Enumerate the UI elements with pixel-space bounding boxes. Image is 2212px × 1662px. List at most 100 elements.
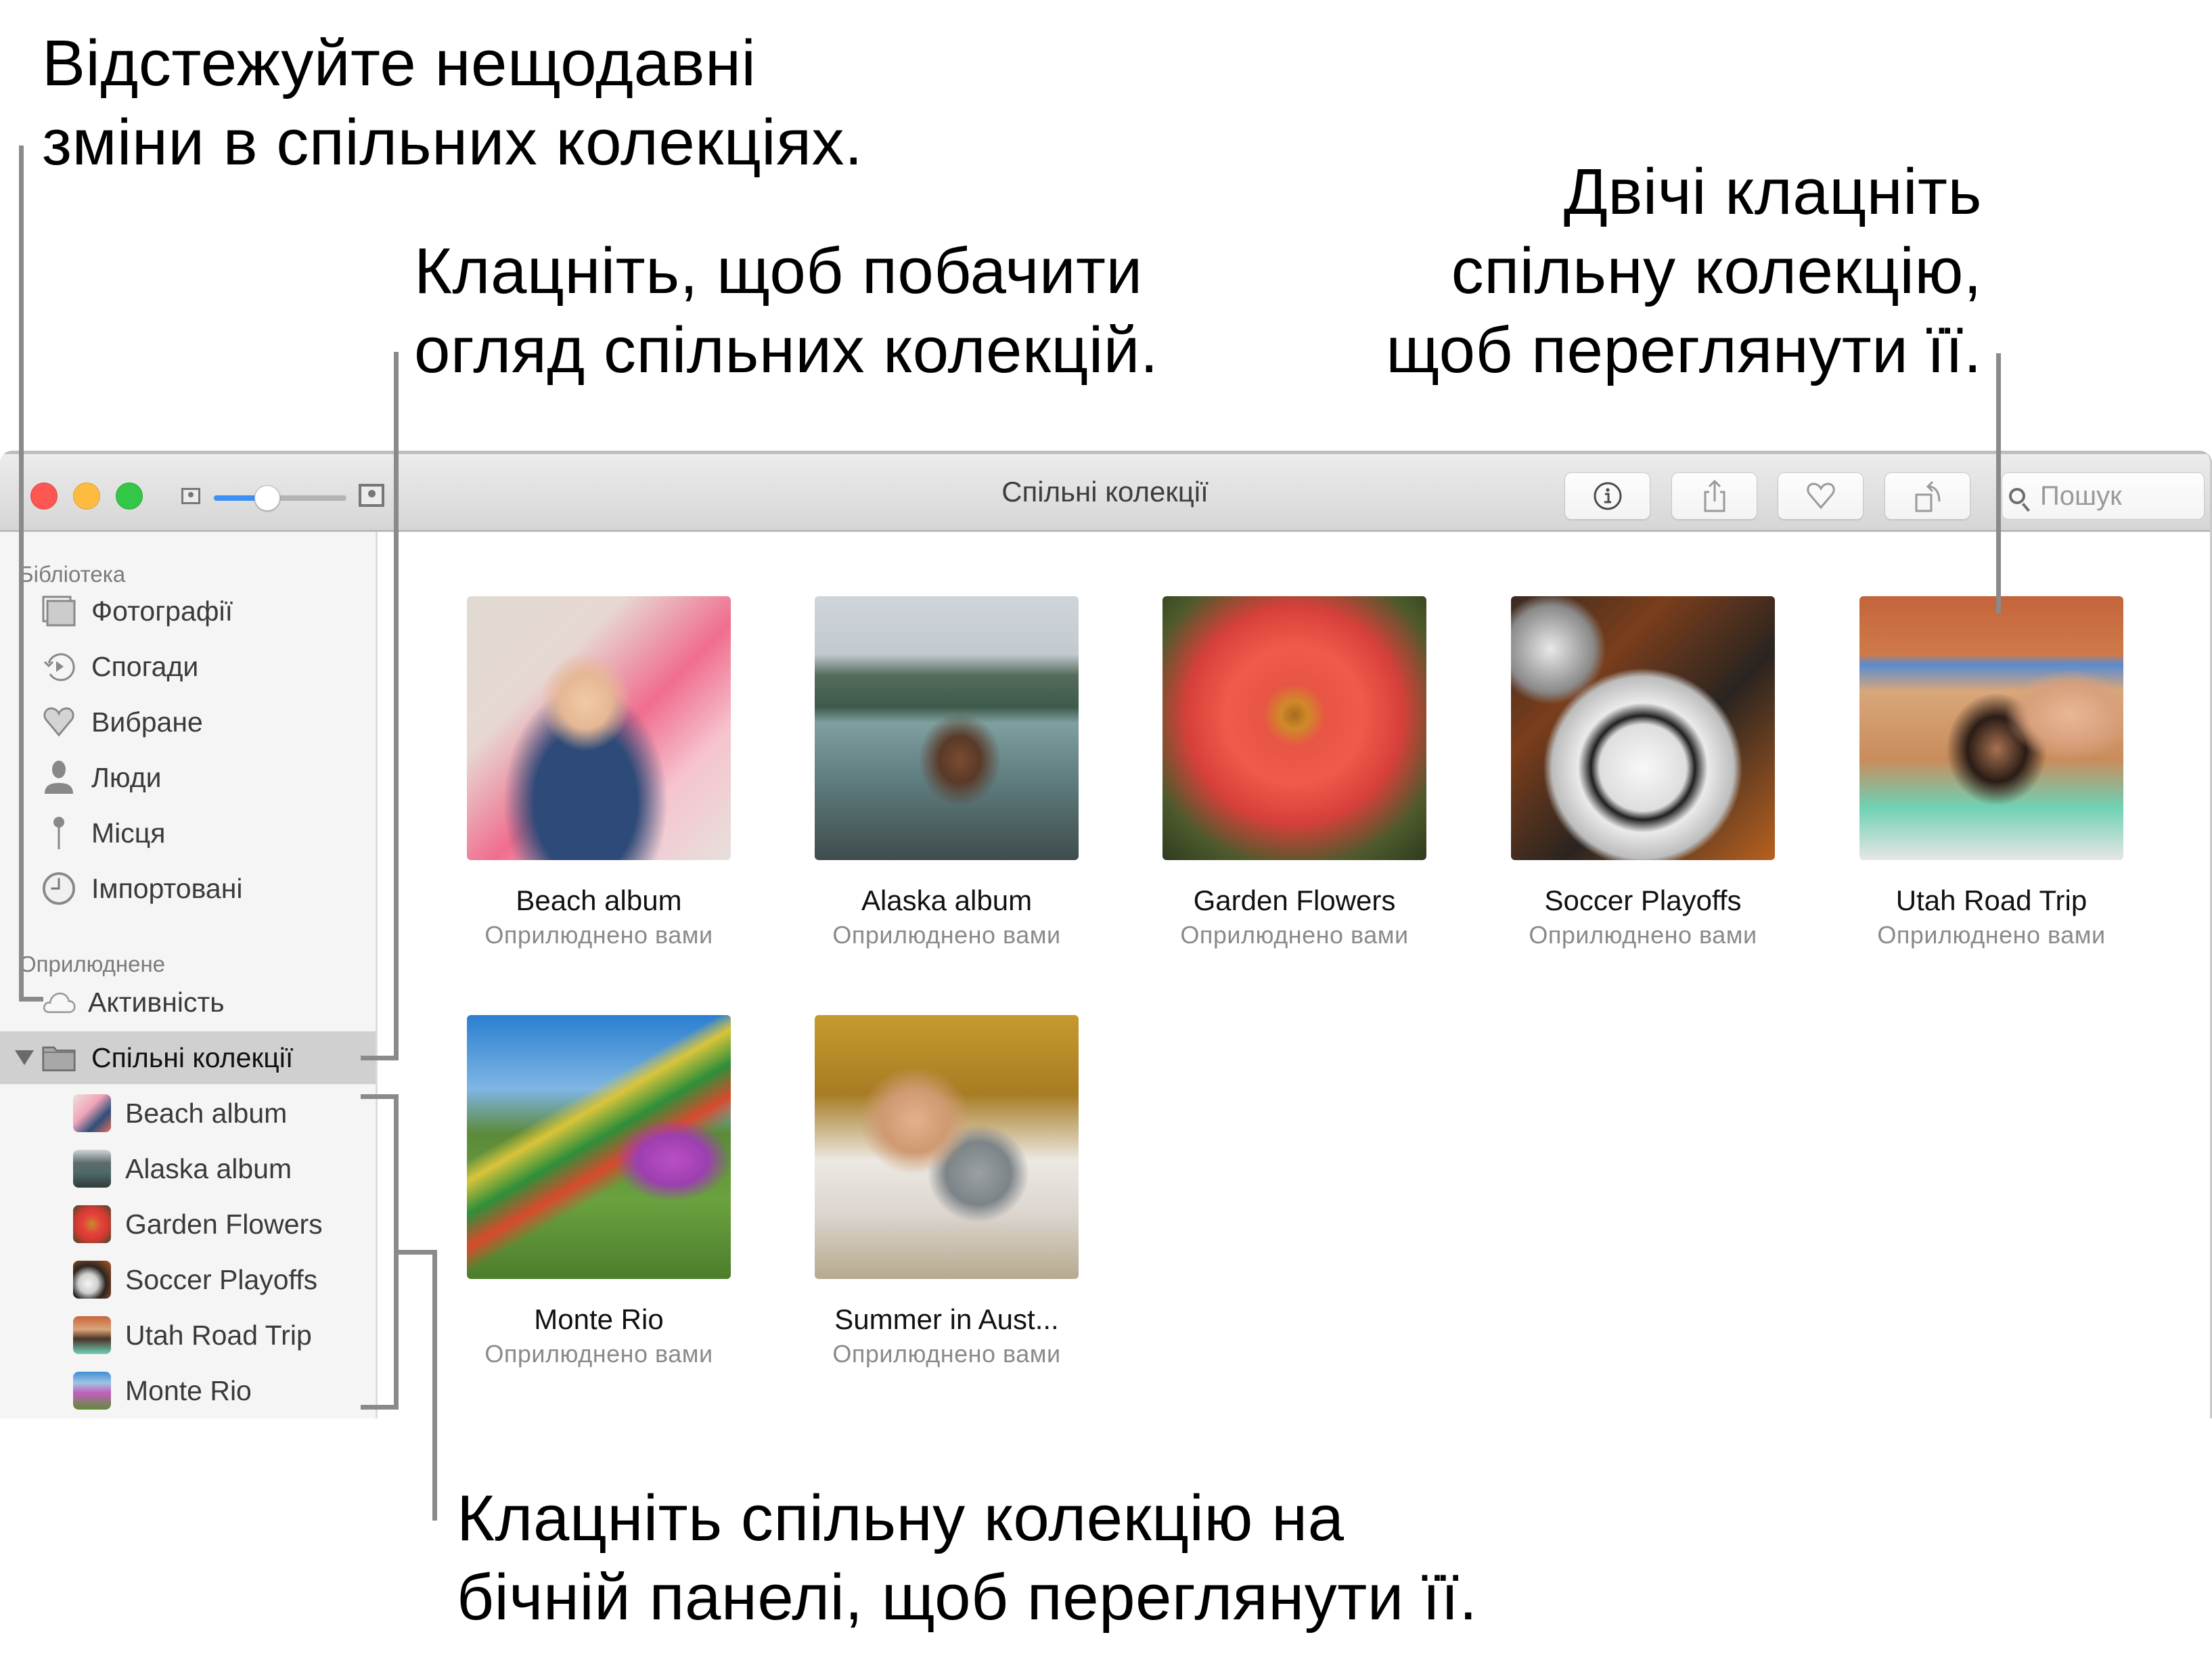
folder-icon	[42, 1041, 76, 1075]
title-bar: Спільні колекції Пошук	[0, 451, 2210, 532]
sidebar-item-label: Alaska album	[125, 1152, 292, 1184]
annotation-line: бічній панелі, щоб переглянути її.	[457, 1561, 1478, 1634]
sidebar-item-label: Імпортовані	[91, 872, 243, 904]
sidebar-album-beach[interactable]: Beach album	[0, 1087, 376, 1140]
sidebar-item-label: Garden Flowers	[125, 1208, 323, 1240]
sidebar-item-imports[interactable]: Імпортовані	[0, 862, 376, 915]
sidebar-item-memories[interactable]: Спогади	[0, 640, 376, 693]
shared-heading: Оприлюднене	[19, 951, 166, 976]
info-icon	[1594, 482, 1621, 510]
album-title: Soccer Playoffs	[1544, 884, 1742, 916]
annotation-line: щоб переглянути її.	[1386, 314, 1982, 386]
sidebar-album-monte-rio[interactable]: Monte Rio	[0, 1364, 376, 1417]
annotation-sidebar-click: Клацніть спільну колекцію на бічній пане…	[457, 1479, 1478, 1637]
album-title: Summer in Aust...	[834, 1303, 1059, 1335]
sidebar-item-people[interactable]: Люди	[0, 751, 376, 804]
annotation-overview: Клацніть, щоб побачити огляд спільних ко…	[414, 231, 1158, 390]
album-title: Monte Rio	[534, 1303, 664, 1335]
album-title: Alaska album	[861, 884, 1033, 916]
album-cover	[1511, 596, 1775, 860]
sidebar-item-photos[interactable]: Фотографії	[0, 585, 376, 637]
photos-icon	[42, 594, 76, 628]
sidebar-item-label: Спогади	[91, 650, 199, 682]
album-subtitle: Оприлюднено вами	[1877, 921, 2106, 949]
sidebar-item-label: Beach album	[125, 1097, 288, 1129]
album-tile-alaska[interactable]: Alaska album Оприлюднено вами	[815, 596, 1079, 949]
album-thumbnail	[73, 1150, 111, 1188]
sidebar-item-label: Soccer Playoffs	[125, 1263, 318, 1295]
clock-icon	[42, 872, 76, 905]
annotation-line: Відстежуйте нещодавні	[42, 27, 757, 99]
memories-icon	[42, 650, 76, 683]
window-title: Спільні колекції	[1001, 476, 1209, 508]
search-field[interactable]: Пошук	[2002, 472, 2205, 520]
album-title: Garden Flowers	[1193, 884, 1396, 916]
sidebar-item-places[interactable]: Місця	[0, 807, 376, 859]
info-button[interactable]	[1564, 472, 1650, 520]
sidebar-item-label: Місця	[91, 817, 166, 849]
annotation-line: Клацніть спільну колекцію на	[457, 1482, 1345, 1554]
rotate-icon	[1915, 480, 1940, 512]
album-subtitle: Оприлюднено вами	[484, 1340, 713, 1368]
sidebar-item-label: Вибране	[91, 706, 203, 738]
search-placeholder: Пошук	[2040, 480, 2122, 511]
album-thumbnail	[73, 1094, 111, 1132]
album-thumbnail	[73, 1205, 111, 1243]
callout-line	[432, 1250, 437, 1521]
callout-line	[19, 145, 24, 1002]
annotation-line: спільну колекцію,	[1451, 235, 1982, 307]
rotate-button[interactable]	[1884, 472, 1970, 520]
sidebar-album-utah[interactable]: Utah Road Trip	[0, 1309, 376, 1362]
annotation-double-click: Двічі клацніть спільну колекцію, щоб пер…	[1386, 152, 1982, 390]
share-button[interactable]	[1671, 472, 1757, 520]
sidebar-item-label: Monte Rio	[125, 1374, 252, 1406]
sidebar-item-shared-albums[interactable]: Спільні колекції	[0, 1031, 376, 1084]
album-cover	[815, 596, 1079, 860]
sidebar-album-alaska[interactable]: Alaska album	[0, 1142, 376, 1195]
callout-line	[361, 1094, 399, 1099]
album-title: Beach album	[516, 884, 682, 916]
sidebar-item-label: Фотографії	[91, 595, 233, 627]
search-icon	[2009, 488, 2025, 504]
album-title: Utah Road Trip	[1895, 884, 2087, 916]
disclosure-triangle-icon[interactable]	[15, 1050, 34, 1065]
sidebar-album-soccer[interactable]: Soccer Playoffs	[0, 1253, 376, 1306]
callout-line	[394, 1250, 437, 1255]
album-subtitle: Оприлюднено вами	[1180, 921, 1409, 949]
sidebar-item-label: Спільні колекції	[91, 1041, 294, 1073]
album-subtitle: Оприлюднено вами	[832, 921, 1061, 949]
album-thumbnail	[73, 1261, 111, 1299]
library-heading: Бібліотека	[19, 562, 126, 587]
album-cover	[1163, 596, 1426, 860]
heart-icon	[42, 705, 76, 739]
album-subtitle: Оприлюднено вами	[484, 921, 713, 949]
album-tile-soccer[interactable]: Soccer Playoffs Оприлюднено вами	[1511, 596, 1775, 949]
album-tile-beach[interactable]: Beach album Оприлюднено вами	[467, 596, 731, 949]
callout-line	[1996, 353, 2001, 614]
album-subtitle: Оприлюднено вами	[832, 1340, 1061, 1368]
album-cover	[1859, 596, 2123, 860]
annotation-line: Двічі клацніть	[1563, 156, 1982, 228]
sidebar-item-activity[interactable]: Активність	[0, 976, 376, 1029]
album-subtitle: Оприлюднено вами	[1529, 921, 1757, 949]
sidebar-album-garden[interactable]: Garden Flowers	[0, 1198, 376, 1251]
callout-line	[361, 1056, 399, 1060]
annotation-activity: Відстежуйте нещодавні зміни в спільних к…	[42, 24, 863, 182]
album-tile-monte-rio[interactable]: Monte Rio Оприлюднено вами	[467, 1015, 731, 1368]
album-cover	[815, 1015, 1079, 1279]
album-tile-utah[interactable]: Utah Road Trip Оприлюднено вами	[1859, 596, 2123, 949]
share-icon	[1704, 479, 1725, 512]
sidebar: Бібліотека Фотографії Спогади Вибране Лю…	[0, 532, 378, 1418]
sidebar-item-favorites[interactable]: Вибране	[0, 696, 376, 748]
album-cover	[467, 1015, 731, 1279]
album-tile-summer[interactable]: Summer in Aust... Оприлюднено вами	[815, 1015, 1079, 1368]
album-tile-garden[interactable]: Garden Flowers Оприлюднено вами	[1163, 596, 1426, 949]
annotation-line: огляд спільних колекцій.	[414, 314, 1159, 386]
album-thumbnail	[73, 1316, 111, 1354]
photos-window: Спільні колекції Пошук Бібліотека Фотогр…	[0, 451, 2212, 1418]
annotation-line: Клацніть, щоб побачити	[414, 235, 1143, 307]
sidebar-item-label: Utah Road Trip	[125, 1319, 312, 1351]
pin-icon	[42, 816, 76, 850]
person-icon	[42, 761, 76, 794]
favorite-button[interactable]	[1778, 472, 1864, 520]
